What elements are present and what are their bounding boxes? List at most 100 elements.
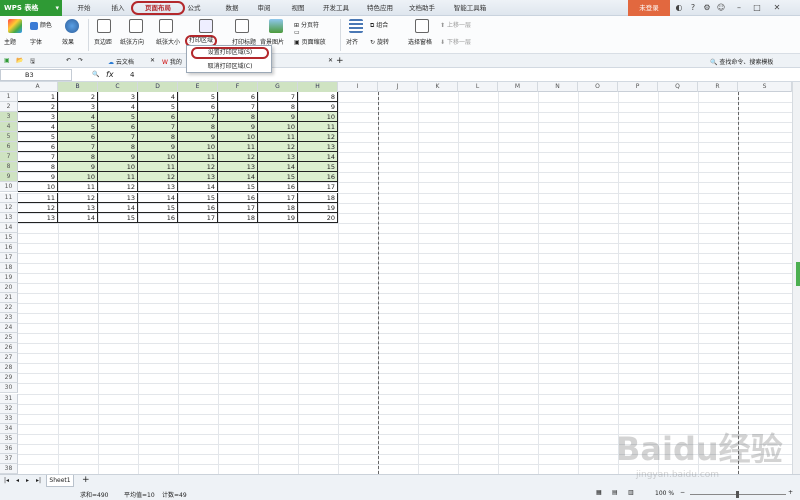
row-header-19[interactable]: 19 — [0, 272, 18, 283]
cell-D5[interactable]: 8 — [138, 132, 178, 143]
column-header-E[interactable]: E — [178, 82, 218, 92]
cell-A5[interactable]: 5 — [18, 132, 58, 143]
print-preview-icon[interactable]: ▭ — [294, 29, 300, 36]
cell-H4[interactable]: 11 — [298, 122, 338, 133]
cell-E9[interactable]: 13 — [178, 172, 218, 183]
cell-H11[interactable]: 18 — [298, 192, 338, 203]
cell-A7[interactable]: 7 — [18, 152, 58, 163]
cell-G5[interactable]: 11 — [258, 132, 298, 143]
column-header-O[interactable]: O — [578, 82, 618, 92]
cell-H13[interactable]: 20 — [298, 212, 338, 223]
tab-special[interactable]: 特色应用 — [362, 0, 398, 16]
select-pane-button[interactable] — [410, 19, 434, 35]
cell-B8[interactable]: 9 — [58, 162, 98, 173]
cell-B2[interactable]: 3 — [58, 102, 98, 113]
close-active-tab-icon[interactable]: ✕ — [328, 57, 333, 64]
cell-E5[interactable]: 9 — [178, 132, 218, 143]
cell-F6[interactable]: 11 — [218, 142, 258, 153]
new-doc-icon[interactable]: ▣ — [4, 57, 10, 64]
zoom-slider-thumb[interactable] — [736, 491, 739, 498]
align-button[interactable] — [346, 19, 366, 35]
settings-icon[interactable]: ⚙ — [702, 3, 712, 13]
cell-A10[interactable]: 10 — [18, 182, 58, 193]
cell-B1[interactable]: 2 — [58, 92, 98, 102]
help-icon[interactable]: ? — [688, 3, 698, 13]
cell-F11[interactable]: 16 — [218, 192, 258, 203]
cell-H12[interactable]: 19 — [298, 202, 338, 213]
row-header-11[interactable]: 11 — [0, 192, 18, 203]
cell-B4[interactable]: 5 — [58, 122, 98, 133]
formula-input[interactable]: 4 — [130, 71, 134, 79]
new-tab-icon[interactable]: + — [336, 56, 344, 66]
column-header-A[interactable]: A — [18, 82, 58, 92]
row-header-4[interactable]: 4 — [0, 122, 18, 133]
tab-data[interactable]: 数据 — [218, 0, 246, 16]
cell-A12[interactable]: 12 — [18, 202, 58, 213]
cell-C3[interactable]: 5 — [98, 112, 138, 123]
row-header-23[interactable]: 23 — [0, 313, 18, 324]
cell-G11[interactable]: 17 — [258, 192, 298, 203]
cell-G13[interactable]: 19 — [258, 212, 298, 223]
cell-E13[interactable]: 17 — [178, 212, 218, 223]
cell-G4[interactable]: 10 — [258, 122, 298, 133]
row-header-6[interactable]: 6 — [0, 142, 18, 153]
cloud-doc-tab[interactable]: ☁ 云文档 — [108, 57, 134, 66]
size-button[interactable] — [152, 19, 180, 35]
cell-C7[interactable]: 9 — [98, 152, 138, 163]
cell-E6[interactable]: 10 — [178, 142, 218, 153]
group-button[interactable]: ⧉ 组合 — [370, 20, 388, 30]
save-icon[interactable]: 🖫 — [30, 57, 35, 67]
cell-D8[interactable]: 11 — [138, 162, 178, 173]
print-area-icon-button[interactable] — [194, 19, 218, 35]
cell-A11[interactable]: 11 — [18, 192, 58, 203]
row-header-30[interactable]: 30 — [0, 383, 18, 394]
column-header-R[interactable]: R — [698, 82, 738, 92]
tab-page-layout[interactable]: 页面布局 — [131, 1, 185, 15]
row-header-16[interactable]: 16 — [0, 242, 18, 253]
cell-G7[interactable]: 13 — [258, 152, 298, 163]
close-icon[interactable]: ✕ — [772, 3, 782, 13]
row-header-31[interactable]: 31 — [0, 393, 18, 404]
row-header-3[interactable]: 3 — [0, 112, 18, 123]
row-header-20[interactable]: 20 — [0, 282, 18, 293]
cell-D7[interactable]: 10 — [138, 152, 178, 163]
cell-E1[interactable]: 5 — [178, 92, 218, 102]
column-header-S[interactable]: S — [738, 82, 792, 92]
row-header-26[interactable]: 26 — [0, 343, 18, 354]
font-button[interactable]: 字体 — [30, 37, 42, 46]
column-header-M[interactable]: M — [498, 82, 538, 92]
cell-F13[interactable]: 18 — [218, 212, 258, 223]
cell-G1[interactable]: 7 — [258, 92, 298, 102]
tab-home[interactable]: 开始 — [70, 0, 98, 16]
normal-view-icon[interactable]: ▦ — [596, 489, 602, 496]
cell-E12[interactable]: 16 — [178, 202, 218, 213]
cell-H10[interactable]: 17 — [298, 182, 338, 193]
column-header-I[interactable]: I — [338, 82, 378, 92]
column-header-G[interactable]: G — [258, 82, 298, 92]
cell-E10[interactable]: 14 — [178, 182, 218, 193]
feedback-icon[interactable]: ☺ — [716, 3, 726, 13]
cell-F8[interactable]: 13 — [218, 162, 258, 173]
effect-button[interactable] — [62, 19, 82, 35]
column-header-N[interactable]: N — [538, 82, 578, 92]
row-header-8[interactable]: 8 — [0, 162, 18, 173]
row-header-14[interactable]: 14 — [0, 222, 18, 233]
spreadsheet-grid[interactable]: ABCDEFGHIJKLMNOPQRS 1 2 3 4 5 6 7 8 9 10 11 12 13 14 1… — [0, 82, 800, 474]
theme-label[interactable]: 主题 — [4, 37, 16, 46]
row-header-12[interactable]: 12 — [0, 202, 18, 213]
row-header-28[interactable]: 28 — [0, 363, 18, 374]
cell-H5[interactable]: 12 — [298, 132, 338, 143]
cell-H9[interactable]: 16 — [298, 172, 338, 183]
cell-B12[interactable]: 13 — [58, 202, 98, 213]
undo-icon[interactable]: ↶ — [66, 57, 71, 64]
background-button[interactable] — [264, 19, 288, 35]
cell-H2[interactable]: 9 — [298, 102, 338, 113]
column-header-D[interactable]: D — [138, 82, 178, 92]
cell-F9[interactable]: 14 — [218, 172, 258, 183]
row-header-27[interactable]: 27 — [0, 353, 18, 364]
cell-A4[interactable]: 4 — [18, 122, 58, 133]
cell-G6[interactable]: 12 — [258, 142, 298, 153]
column-header-L[interactable]: L — [458, 82, 498, 92]
down-layer-button[interactable]: ⬇ 下移一层 — [440, 37, 471, 46]
cell-C9[interactable]: 11 — [98, 172, 138, 183]
